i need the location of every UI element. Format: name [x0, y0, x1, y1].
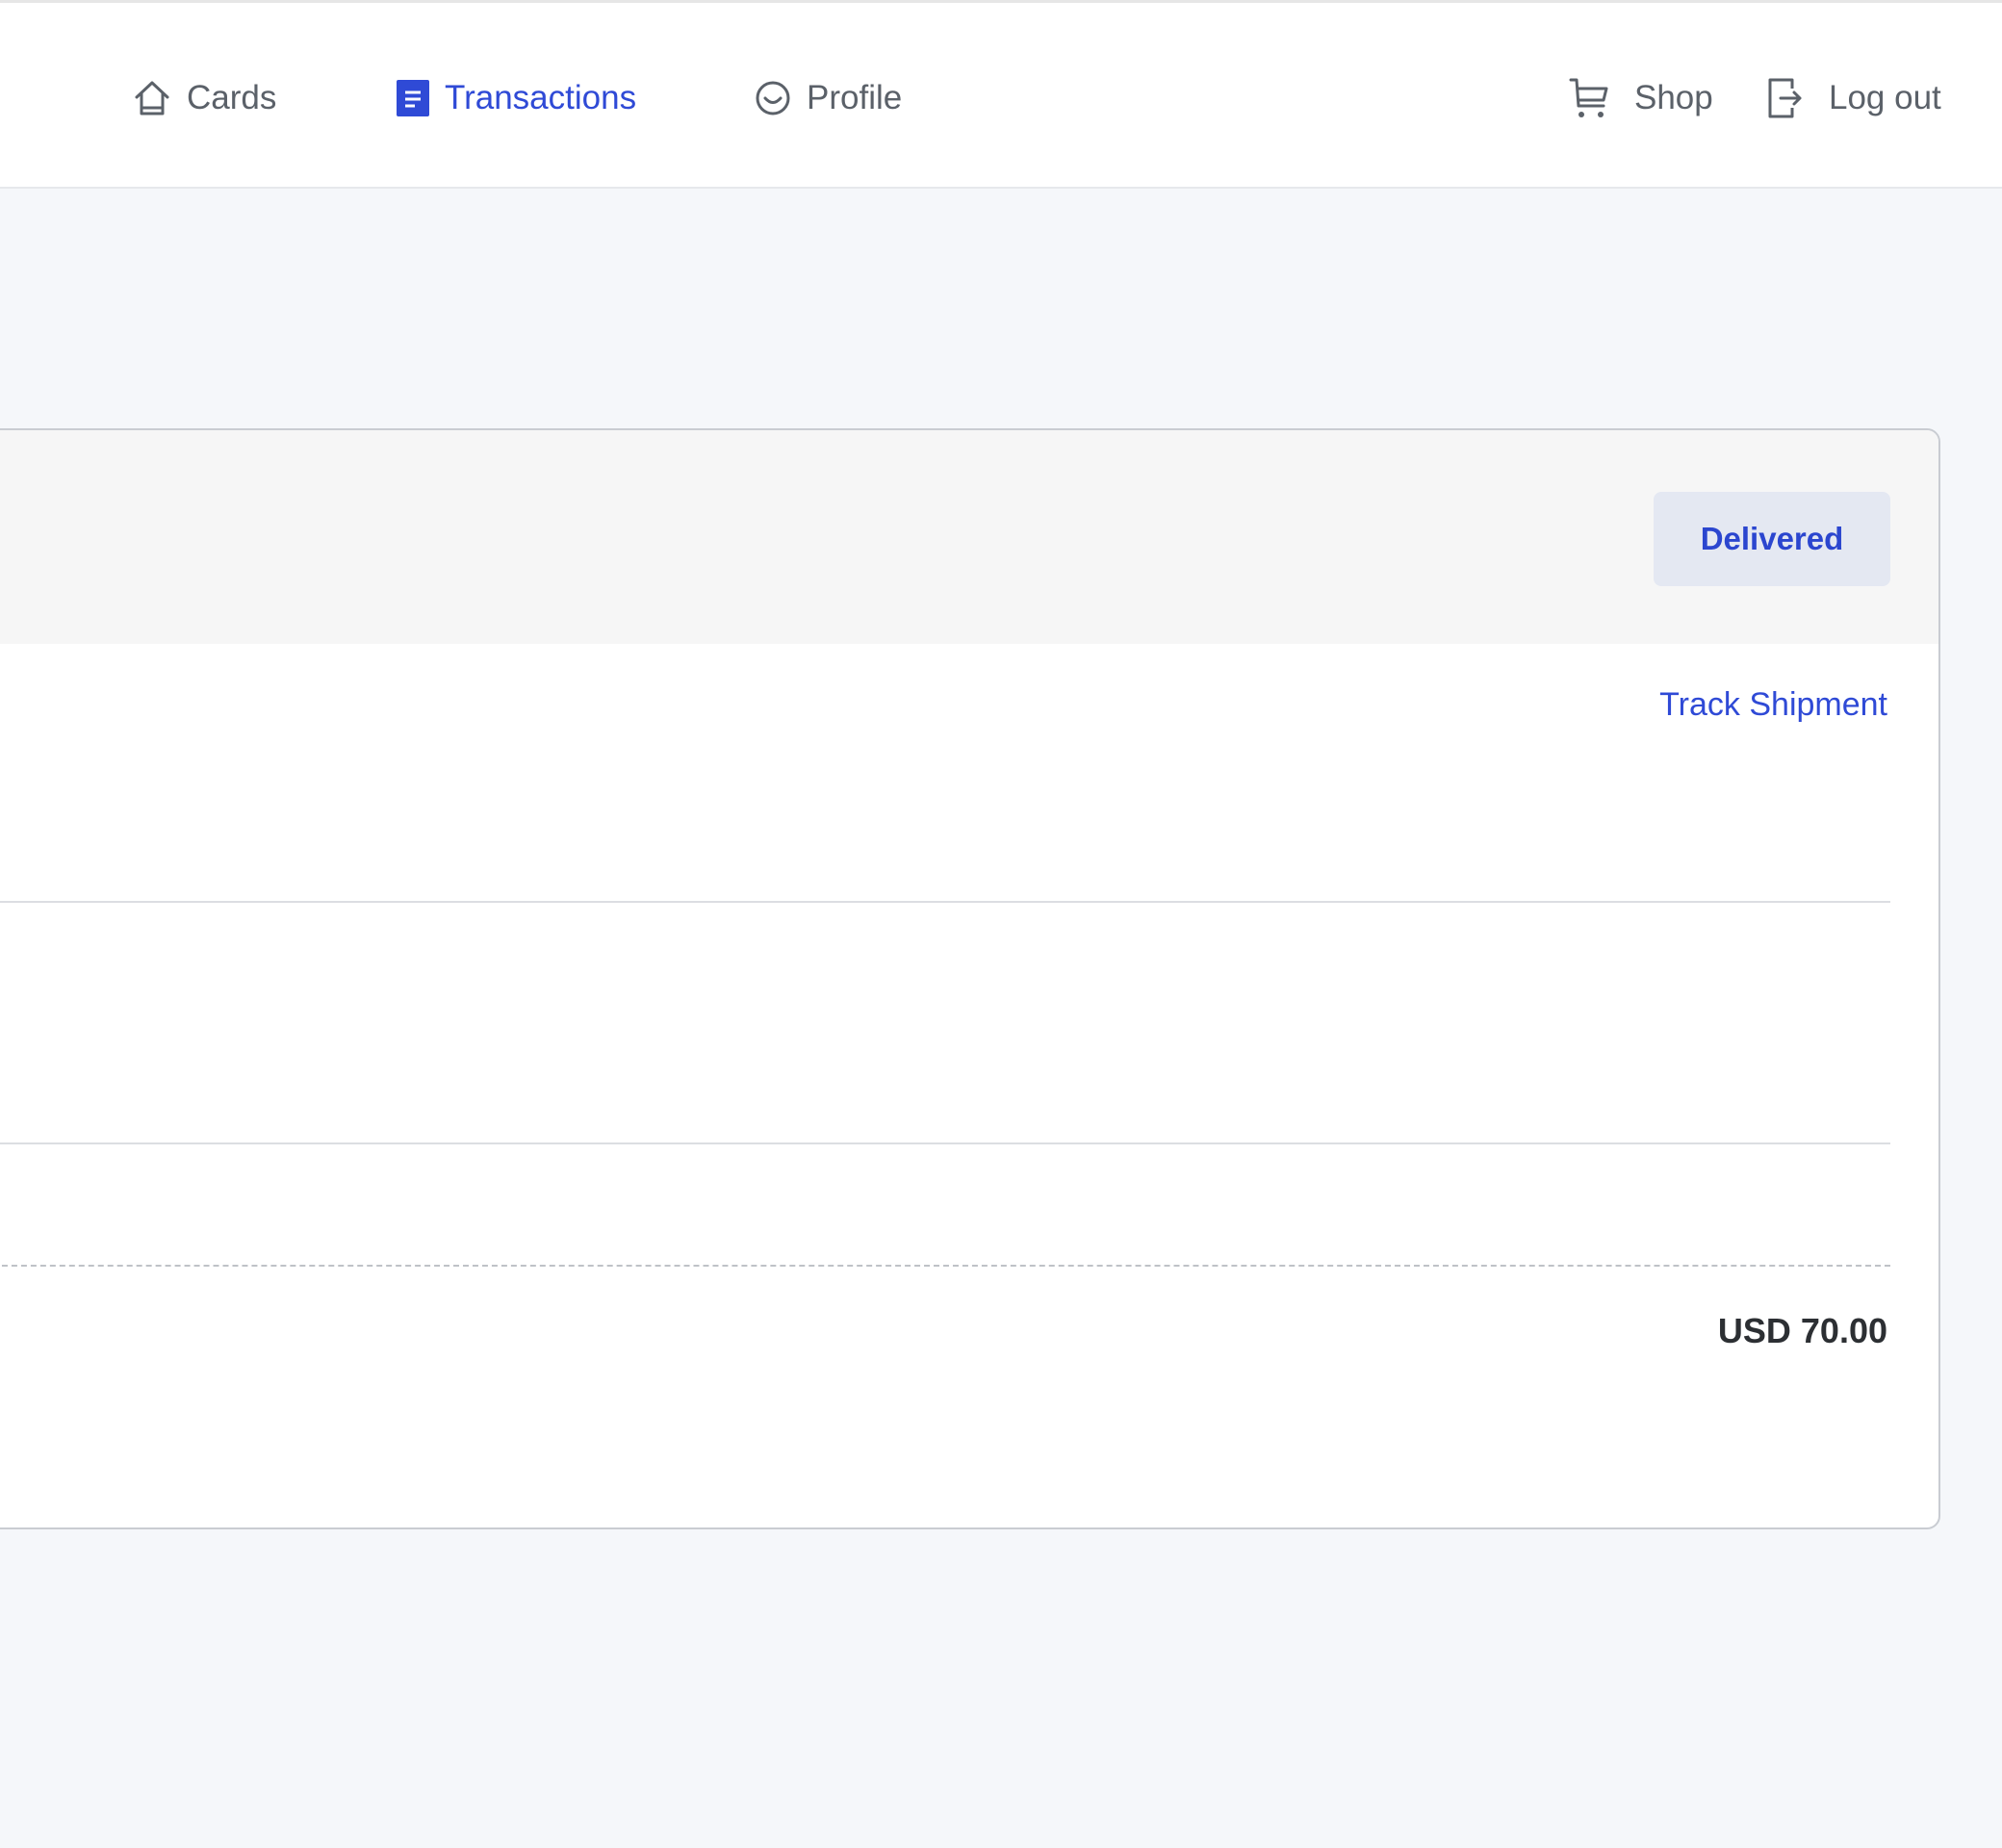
- order-total: USD 70.00: [1717, 1311, 1887, 1350]
- nav-shop-label: Shop: [1634, 79, 1713, 116]
- nav-shop[interactable]: Shop: [1569, 72, 1713, 124]
- total-divider: [0, 1265, 1890, 1267]
- smiley-circle-icon: [755, 80, 791, 116]
- divider: [0, 1142, 1890, 1144]
- track-shipment-link[interactable]: Track Shipment: [1659, 686, 1887, 724]
- divider: [0, 901, 1890, 903]
- home-icon: [133, 78, 171, 118]
- logout-icon: [1767, 77, 1804, 119]
- nav-profile-label: Profile: [807, 79, 903, 116]
- nav-logout[interactable]: Log out: [1767, 72, 1941, 124]
- nav-cards-label: Cards: [187, 79, 277, 116]
- status-badge: Delivered: [1654, 492, 1890, 586]
- nav-logout-label: Log out: [1829, 79, 1941, 116]
- nav-profile[interactable]: Profile: [755, 72, 902, 124]
- nav-transactions-label: Transactions: [445, 79, 637, 116]
- order-card-header: Delivered: [0, 430, 1938, 644]
- order-card: Delivered Track Shipment USD 70.00: [0, 428, 1940, 1529]
- cart-icon: [1569, 77, 1609, 119]
- nav-transactions[interactable]: Transactions: [397, 72, 636, 124]
- document-icon: [397, 80, 429, 116]
- nav-cards[interactable]: Cards: [133, 72, 276, 124]
- top-navigation-bar: Cards Transactions Profile Shop Log out: [0, 0, 2002, 189]
